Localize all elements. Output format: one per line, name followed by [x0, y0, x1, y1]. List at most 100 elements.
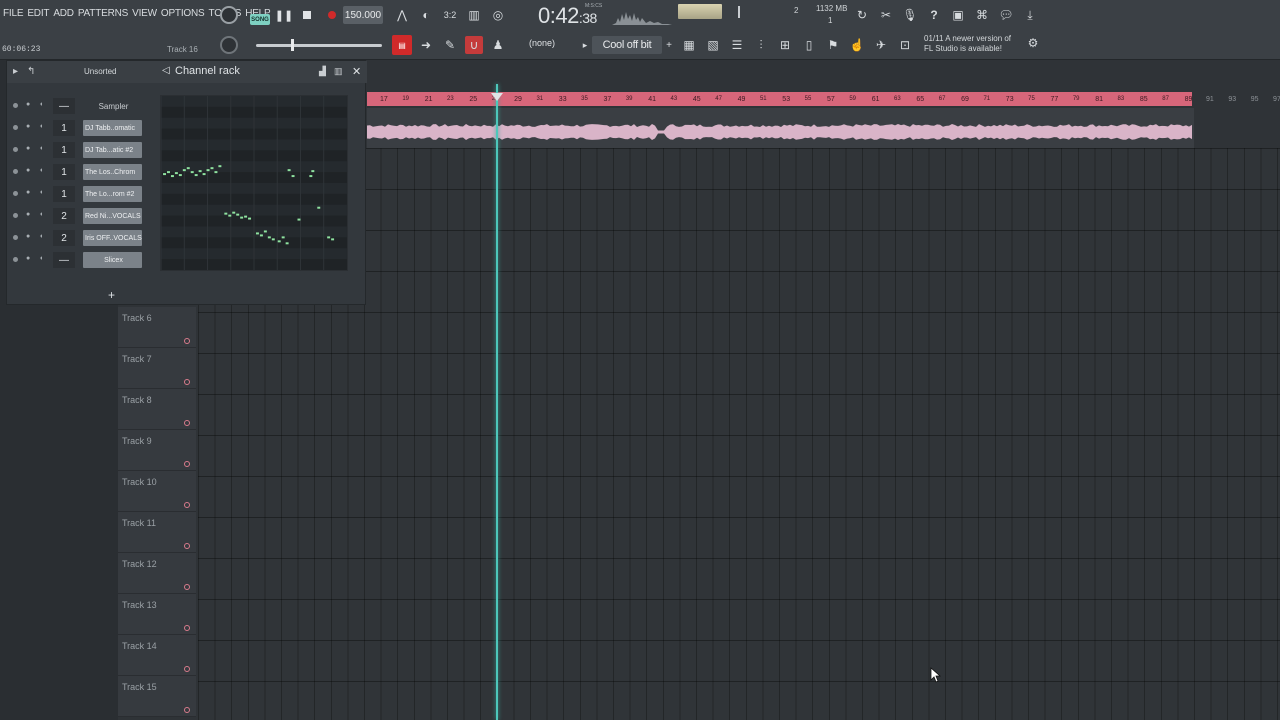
channel-pan-knob[interactable]: ● — [26, 233, 30, 240]
master-volume-knob[interactable] — [220, 36, 238, 54]
shop-button[interactable]: ⊡ — [896, 36, 914, 54]
playhead-line[interactable] — [496, 84, 498, 720]
channel-name-button[interactable]: DJ Tabb..omatic — [83, 120, 142, 136]
track-header[interactable]: Track 11 — [118, 512, 196, 553]
channel-volume-knob[interactable]: ◖ — [39, 233, 43, 240]
channel-name-button[interactable]: Slicex — [83, 252, 142, 268]
channel-name-button[interactable]: DJ Tab...atic #2 — [83, 142, 142, 158]
track-mute-led[interactable] — [184, 338, 190, 344]
next-arrow-button[interactable]: ➜ — [417, 36, 435, 54]
channel-mute-led[interactable] — [13, 125, 18, 130]
cut-tool-button[interactable]: ✂ — [877, 6, 895, 24]
project-button[interactable]: ▯ — [800, 36, 818, 54]
channel-filter[interactable]: Unsorted — [84, 67, 116, 76]
mixer-button[interactable]: ⫶ — [752, 36, 770, 54]
step-edit-button[interactable]: ▥ — [465, 6, 483, 24]
channel-pan-knob[interactable]: ● — [26, 145, 30, 152]
channel-mute-led[interactable] — [13, 235, 18, 240]
news-settings-button[interactable]: ⚙ — [1024, 34, 1042, 52]
audio-waveform[interactable] — [367, 122, 1194, 142]
channel-pan-knob[interactable]: ● — [26, 101, 30, 108]
channel-row[interactable]: ● ◖ 1 The Los..Chrom — [7, 161, 157, 183]
track-header[interactable]: Track 8 — [118, 389, 196, 430]
record-button[interactable] — [322, 6, 342, 24]
channel-mixer-track[interactable]: — — [53, 98, 75, 114]
track-header[interactable]: Track 6 — [118, 307, 196, 348]
main-pitch-slider[interactable] — [256, 44, 382, 47]
channel-name-button[interactable]: The Lo...rom #2 — [83, 186, 142, 202]
master-pitch-knob[interactable] — [220, 6, 238, 24]
channel-volume-knob[interactable]: ◖ — [39, 167, 43, 174]
track-header[interactable]: Track 15 — [118, 676, 196, 717]
rack-graph-button[interactable]: ▟ — [319, 66, 326, 77]
rack-menu-arrow[interactable]: ▸ — [13, 66, 18, 77]
channel-name-button[interactable]: The Los..Chrom — [83, 164, 142, 180]
pattern-selector[interactable]: Cool off bit — [592, 36, 662, 54]
plugin-button[interactable]: ⌘ — [973, 6, 991, 24]
channel-row[interactable]: ● ◖ 1 DJ Tabb..omatic — [7, 117, 157, 139]
rack-view-button[interactable]: ▥ — [334, 66, 343, 77]
piano-roll-button[interactable]: ▧ — [704, 36, 722, 54]
track-header[interactable]: Track 9 — [118, 430, 196, 471]
channel-rack-button[interactable]: ☰ — [728, 36, 746, 54]
track-header[interactable]: Track 12 — [118, 553, 196, 594]
magnet-snap-button[interactable]: ∪ — [465, 36, 483, 54]
channel-row[interactable]: ● ◖ 1 DJ Tab...atic #2 — [7, 139, 157, 161]
channel-name-button[interactable]: Red Ni...VOCALS — [83, 208, 142, 224]
channel-mixer-track[interactable]: 1 — [53, 120, 75, 136]
channel-mute-led[interactable] — [13, 257, 18, 262]
menu-item-add[interactable]: ADD — [53, 8, 74, 19]
channel-row[interactable]: ● ◖ 2 Iris OFF..VOCALS — [7, 227, 157, 249]
metronome-button[interactable]: ⋀ — [393, 6, 411, 24]
download-button[interactable]: ⤓ — [1021, 6, 1039, 24]
slider-thumb[interactable] — [291, 39, 294, 51]
countdown-button[interactable]: 3:2 — [441, 6, 459, 24]
channel-volume-knob[interactable]: ◖ — [39, 255, 43, 262]
add-pattern-button[interactable]: + — [660, 36, 678, 54]
piano-roll-preview[interactable] — [160, 95, 348, 271]
snap-selector[interactable]: (none) — [529, 38, 555, 48]
channel-mixer-track[interactable]: 2 — [53, 230, 75, 246]
undo-history-button[interactable]: ↻ — [853, 6, 871, 24]
track-header[interactable]: Track 7 — [118, 348, 196, 389]
channel-pan-knob[interactable]: ● — [26, 255, 30, 262]
channel-pan-knob[interactable]: ● — [26, 167, 30, 174]
channel-mute-led[interactable] — [13, 103, 18, 108]
channel-mixer-track[interactable]: 2 — [53, 208, 75, 224]
channel-volume-knob[interactable]: ◖ — [39, 101, 43, 108]
channel-rack-header[interactable]: ▸ ↰ Unsorted ◁ Channel rack ▟ ▥ ✕ — [7, 61, 367, 83]
track-mute-led[interactable] — [184, 543, 190, 549]
stamp-tool-button[interactable]: ♟ — [489, 36, 507, 54]
channel-pan-knob[interactable]: ● — [26, 211, 30, 218]
channel-row[interactable]: ● ◖ — Slicex — [7, 249, 157, 271]
channel-row[interactable]: ● ◖ — Sampler — [7, 95, 157, 117]
channel-mixer-track[interactable]: 1 — [53, 164, 75, 180]
track-mute-led[interactable] — [184, 707, 190, 713]
channel-volume-knob[interactable]: ◖ — [39, 145, 43, 152]
browser-button[interactable]: ⊞ — [776, 36, 794, 54]
channel-mute-led[interactable] — [13, 191, 18, 196]
track-header[interactable]: Track 13 — [118, 594, 196, 635]
touch-controller-button[interactable]: ☝ — [848, 36, 866, 54]
channel-mixer-track[interactable]: 1 — [53, 186, 75, 202]
fx-button[interactable]: ✈ — [872, 36, 890, 54]
channel-pan-knob[interactable]: ● — [26, 123, 30, 130]
track-header[interactable]: Track 14 — [118, 635, 196, 676]
channel-row[interactable]: ● ◖ 2 Red Ni...VOCALS — [7, 205, 157, 227]
channel-mute-led[interactable] — [13, 213, 18, 218]
channel-name-button[interactable]: Sampler — [83, 98, 142, 114]
record-mode-button[interactable]: ▤ — [392, 35, 412, 55]
channel-volume-knob[interactable]: ◖ — [39, 189, 43, 196]
track-mute-led[interactable] — [184, 502, 190, 508]
channel-volume-knob[interactable]: ◖ — [39, 123, 43, 130]
playhead-marker[interactable] — [491, 93, 503, 101]
channel-mute-led[interactable] — [13, 147, 18, 152]
blend-notes-button[interactable]: ◎ — [489, 6, 507, 24]
pause-button[interactable]: ❚❚ — [274, 6, 294, 24]
channel-mute-led[interactable] — [13, 169, 18, 174]
rack-undo-button[interactable]: ↰ — [27, 66, 35, 77]
track-header[interactable]: Track 10 — [118, 471, 196, 512]
channel-row[interactable]: ● ◖ 1 The Lo...rom #2 — [7, 183, 157, 205]
channel-mixer-track[interactable]: — — [53, 252, 75, 268]
track-mute-led[interactable] — [184, 461, 190, 467]
